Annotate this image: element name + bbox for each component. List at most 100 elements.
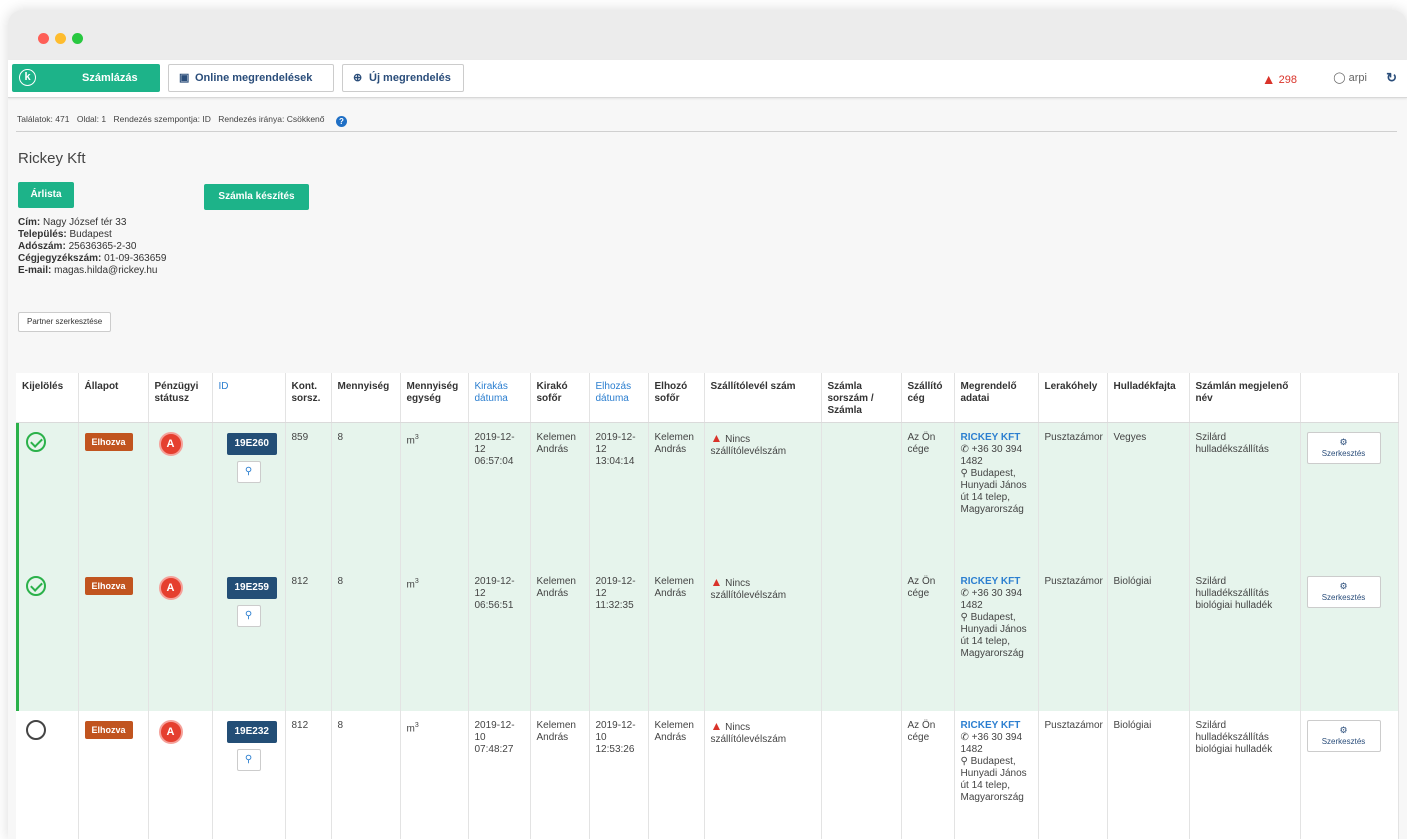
financial-status-icon: A — [158, 432, 183, 456]
quantity: 8 — [331, 710, 401, 839]
waybill-missing: Nincs szállítólevélszám — [710, 721, 787, 745]
financial-status-icon: A — [158, 575, 183, 600]
unload-time: 06:57:04 — [474, 456, 514, 467]
edit-label: Szerkesztés — [1321, 736, 1366, 746]
online-orders-label: Online megrendelések — [195, 72, 313, 84]
edit-button[interactable]: ⚙ Szerkesztés — [1306, 719, 1381, 752]
unit-text: m — [406, 578, 415, 590]
customer-name[interactable]: RICKEY KFT — [961, 720, 1032, 732]
carrier: Az Ön cége — [901, 710, 955, 839]
dump-site: Pusztazámor — [1038, 566, 1108, 711]
results-meta: Találatok: 471 Oldal: 1 Rendezés szempon… — [17, 114, 352, 127]
dump-site: Pusztazámor — [1038, 422, 1108, 567]
col-header-sortable[interactable]: Elhozás dátuma — [589, 373, 649, 423]
warning-icon: ▲ — [1261, 71, 1276, 87]
help-icon[interactable]: ? — [335, 116, 347, 127]
waste-type: Biológiai — [1107, 566, 1190, 711]
unit-sup: 3 — [414, 721, 419, 729]
table-row: Elhozva A 19E260 ⚲ 859 8 m3 2019-12-12 06:… — [16, 422, 1399, 567]
quantity-unit: m3 — [400, 422, 469, 567]
page-number: Oldal: 1 — [76, 114, 107, 124]
col-header-sortable[interactable]: ID — [212, 373, 286, 423]
pickup-date-cell: 2019-12-12 13:04:14 — [589, 422, 649, 567]
unit-text: m — [406, 722, 415, 734]
customer-address: Budapest, Hunyadi János út 14 telep, Mag… — [960, 468, 1027, 515]
col-header: Állapot — [78, 373, 149, 423]
unload-time: 06:56:51 — [474, 599, 514, 611]
sort-direction: Rendezés iránya: Csökkenő — [218, 114, 325, 124]
invoice-number — [821, 710, 902, 839]
reg-label: Cégjegyzékszám: — [18, 253, 102, 264]
unload-date-cell: 2019-12-10 07:48:27 — [468, 710, 531, 839]
order-id-badge[interactable]: 19E232 — [226, 720, 277, 743]
quantity: 8 — [331, 422, 401, 567]
col-header: Hulladékfajta — [1107, 373, 1190, 423]
waybill-cell: ▲ Nincs szállítólevélszám — [704, 422, 822, 567]
unit-text: m — [406, 435, 415, 447]
edit-button[interactable]: ⚙ Szerkesztés — [1306, 575, 1381, 608]
col-header: Szállító cég — [901, 373, 955, 423]
select-checkbox[interactable] — [26, 719, 46, 740]
user-icon: ◯ — [1333, 72, 1346, 84]
table-row: Elhozva A 19E259 ⚲ 812 8 m3 2019-12-12 06:… — [16, 566, 1399, 711]
customer-phone: +36 30 394 1482 — [960, 587, 1023, 611]
select-checkbox[interactable] — [26, 575, 46, 596]
col-header: Mennyiség egység — [400, 373, 469, 423]
warning-icon: ▲ — [710, 431, 723, 445]
carrier: Az Ön cége — [901, 566, 955, 711]
map-marker-icon: ⚲ — [960, 755, 968, 767]
map-marker-icon: ⚲ — [960, 611, 968, 623]
alert-count: 298 — [1278, 74, 1297, 86]
inbox-icon: ▣ — [179, 72, 190, 84]
new-order-label: Új megrendelés — [369, 72, 451, 84]
maximize-window-button[interactable] — [72, 33, 83, 44]
alerts-button[interactable]: ▲ 298 — [1262, 71, 1297, 87]
pickup-driver: Kelemen András — [648, 422, 705, 567]
map-marker-button[interactable]: ⚲ — [236, 461, 261, 483]
waste-type: Vegyes — [1107, 422, 1190, 567]
status-badge: Elhozva — [84, 720, 133, 739]
edit-label: Szerkesztés — [1321, 592, 1366, 602]
dump-site: Pusztazámor — [1038, 710, 1108, 839]
invoice-number — [821, 566, 902, 711]
order-id-badge[interactable]: 19E260 — [226, 433, 277, 455]
customer-phone: +36 30 394 1482 — [960, 731, 1023, 755]
edit-partner-button[interactable]: Partner szerkesztése — [18, 312, 112, 332]
navbar-right: ▲ 298 ◯ arpi ↻ — [1157, 70, 1397, 89]
edit-button[interactable]: ⚙ Szerkesztés — [1306, 432, 1381, 464]
pickup-time: 11:32:35 — [595, 599, 634, 611]
create-invoice-button[interactable]: Számla készítés — [204, 184, 309, 210]
col-header: Megrendelő adatai — [954, 373, 1039, 423]
customer-name[interactable]: RICKEY KFT — [961, 432, 1032, 444]
waybill-missing: Nincs szállítólevélszám — [710, 577, 787, 601]
pickup-time: 13:04:14 — [595, 456, 635, 467]
close-window-button[interactable] — [38, 33, 49, 44]
warning-icon: ▲ — [710, 574, 723, 589]
map-marker-button[interactable]: ⚲ — [236, 604, 261, 627]
billing-nav-button[interactable]: k Számlázás — [12, 64, 160, 92]
col-header: Kirakó sofőr — [530, 373, 590, 423]
minimize-window-button[interactable] — [55, 33, 66, 44]
col-header-sortable[interactable]: Kirakás dátuma — [468, 373, 531, 423]
phone-icon: ✆ — [960, 444, 969, 455]
unload-date-cell: 2019-12-12 06:56:51 — [468, 566, 531, 711]
customer-name[interactable]: RICKEY KFT — [961, 576, 1032, 588]
title-bar — [8, 10, 1407, 60]
unload-date: 2019-12-12 — [474, 432, 515, 455]
map-marker-button[interactable]: ⚲ — [236, 748, 261, 771]
waybill-missing: Nincs szállítólevélszám — [710, 434, 787, 457]
online-orders-button[interactable]: ▣ Online megrendelések — [168, 64, 334, 92]
phone-icon: ✆ — [960, 587, 969, 599]
new-order-button[interactable]: ⊕ Új megrendelés — [342, 64, 464, 92]
price-list-button[interactable]: Árlista — [18, 182, 74, 208]
username: arpi — [1348, 72, 1367, 84]
col-header: Számlán megjelenő név — [1189, 373, 1301, 423]
select-checkbox[interactable] — [26, 432, 46, 452]
user-menu[interactable]: ◯ arpi — [1333, 71, 1367, 84]
refresh-icon[interactable]: ↻ — [1386, 70, 1397, 86]
customer-cell: RICKEY KFT ✆ +36 30 394 1482 ⚲ Budapest,… — [954, 566, 1039, 711]
order-id-badge[interactable]: 19E259 — [226, 576, 277, 599]
unload-driver: Kelemen András — [530, 422, 590, 567]
pickup-driver: Kelemen András — [648, 710, 705, 839]
partner-name: Rickey Kft — [18, 150, 86, 167]
